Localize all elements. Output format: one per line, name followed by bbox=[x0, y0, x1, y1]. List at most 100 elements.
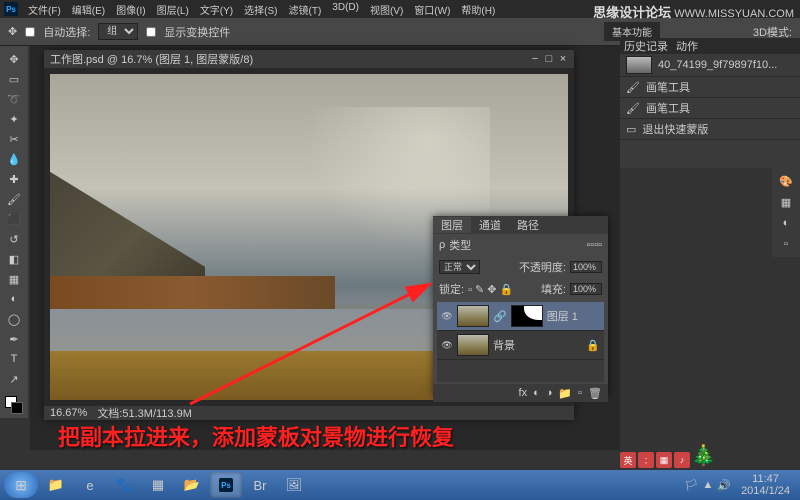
menu-help[interactable]: 帮助(H) bbox=[457, 0, 499, 19]
bridge-icon[interactable]: Br bbox=[244, 472, 276, 498]
tab-channels[interactable]: 通道 bbox=[471, 217, 509, 233]
annotation-text: 把副本拉进来，添加蒙板对景物进行恢复 bbox=[58, 420, 454, 452]
menu-file[interactable]: 文件(F) bbox=[24, 0, 65, 19]
start-button[interactable]: ⊞ bbox=[4, 472, 38, 498]
gradient-tool-icon[interactable]: ▦ bbox=[4, 270, 24, 288]
new-layer-icon[interactable]: ▫ bbox=[578, 387, 582, 399]
eraser-tool-icon[interactable]: ◧ bbox=[4, 250, 24, 268]
layer-row[interactable]: 👁 背景 🔒 bbox=[437, 331, 604, 360]
lasso-tool-icon[interactable]: ➰ bbox=[4, 90, 24, 108]
menu-window[interactable]: 窗口(W) bbox=[410, 0, 454, 19]
ie-icon[interactable]: e bbox=[74, 472, 106, 498]
tab-history[interactable]: 历史记录 bbox=[624, 38, 668, 54]
marquee-tool-icon[interactable]: ▭ bbox=[4, 70, 24, 88]
menu-filter[interactable]: 滤镜(T) bbox=[285, 0, 326, 19]
photoshop-task-icon[interactable]: Ps bbox=[210, 472, 242, 498]
menu-bar: 文件(F) 编辑(E) 图像(I) 图层(L) 文字(Y) 选择(S) 滤镜(T… bbox=[24, 0, 499, 19]
adjust-panel-icon[interactable]: ◐ bbox=[775, 214, 797, 232]
folder-icon[interactable]: 📁 bbox=[558, 387, 572, 400]
watermark: 思缘设计论坛 WWW.MISSYUAN.COM bbox=[593, 2, 794, 21]
history-snapshot[interactable]: 40_74199_9f79897f10... bbox=[620, 54, 800, 77]
ime-tray[interactable]: 英;▦♪ bbox=[620, 452, 690, 468]
mask-icon[interactable]: ◐ bbox=[533, 387, 540, 399]
toolbox: ✥ ▭ ➰ ✦ ✂ 💧 ✚ 🖌 ⬛ ↺ ◧ ▦ ◐ ◯ ✒ T ↗ bbox=[0, 46, 28, 418]
link-icon[interactable]: 🔗 bbox=[493, 310, 507, 323]
layer-filter-label: 类型 bbox=[449, 237, 471, 253]
auto-select-label: 自动选择: bbox=[43, 24, 90, 40]
document-titlebar[interactable]: 工作图.psd @ 16.7% (图层 1, 图层蒙版/8) − □ × bbox=[44, 50, 574, 68]
dodge-tool-icon[interactable]: ◯ bbox=[4, 310, 24, 328]
visibility-icon[interactable]: 👁 bbox=[441, 340, 453, 351]
move-tool-icon[interactable]: ✥ bbox=[4, 50, 24, 68]
zoom-level[interactable]: 16.67% bbox=[50, 407, 87, 419]
tray-speaker-icon[interactable]: 🔊 bbox=[717, 479, 731, 492]
adjust-icon[interactable]: ◑ bbox=[546, 387, 553, 399]
crop-tool-icon[interactable]: ✂ bbox=[4, 130, 24, 148]
app-icon: Ps bbox=[4, 2, 18, 16]
swatches-panel-icon[interactable]: ▦ bbox=[775, 193, 797, 211]
lock-label: 锁定: bbox=[439, 281, 464, 297]
stamp-tool-icon[interactable]: ⬛ bbox=[4, 210, 24, 228]
menu-image[interactable]: 图像(I) bbox=[112, 0, 149, 19]
path-tool-icon[interactable]: ↗ bbox=[4, 370, 24, 388]
lock-icon: 🔒 bbox=[586, 339, 600, 352]
opacity-input[interactable] bbox=[570, 261, 602, 273]
show-transform-label: 显示变换控件 bbox=[164, 24, 230, 40]
blend-mode-select[interactable]: 正常 bbox=[439, 260, 480, 274]
menu-3d[interactable]: 3D(D) bbox=[328, 0, 363, 19]
menu-layer[interactable]: 图层(L) bbox=[153, 0, 193, 19]
menu-type[interactable]: 文字(Y) bbox=[196, 0, 237, 19]
tab-layers[interactable]: 图层 bbox=[433, 217, 471, 233]
layer-row[interactable]: 👁 🔗 图层 1 bbox=[437, 302, 604, 331]
explorer-icon[interactable]: 📁 bbox=[40, 472, 72, 498]
fx-icon[interactable]: fx bbox=[519, 387, 528, 399]
blur-tool-icon[interactable]: ◐ bbox=[4, 290, 24, 308]
opacity-label: 不透明度: bbox=[519, 259, 566, 275]
text-tool-icon[interactable]: T bbox=[4, 350, 24, 368]
pen-tool-icon[interactable]: ✒ bbox=[4, 330, 24, 348]
brush-tool-icon[interactable]: 🖌 bbox=[4, 190, 24, 208]
layer-name[interactable]: 图层 1 bbox=[547, 308, 578, 324]
layers-panel: 图层 通道 路径 ρ类型 ▫▫▫▫ 正常 不透明度: 锁定: ▫ ✎ ✥ 🔒 填… bbox=[433, 216, 608, 396]
close-icon[interactable]: × bbox=[558, 53, 568, 65]
minimize-icon[interactable]: − bbox=[530, 53, 540, 65]
tray-flag-icon[interactable]: 🏳 bbox=[685, 479, 699, 492]
folder-icon[interactable]: 📂 bbox=[176, 472, 208, 498]
auto-select-target[interactable]: 组 bbox=[98, 23, 138, 40]
layer-thumbnail[interactable] bbox=[457, 305, 489, 327]
tab-actions[interactable]: 动作 bbox=[676, 38, 698, 54]
clock[interactable]: 11:472014/1/24 bbox=[735, 473, 796, 497]
collapsed-panels: 🎨 ▦ ◐ ▫ bbox=[772, 168, 800, 257]
tab-paths[interactable]: 路径 bbox=[509, 217, 547, 233]
color-panel-icon[interactable]: 🎨 bbox=[775, 172, 797, 190]
move-tool-icon[interactable]: ✥ bbox=[8, 25, 17, 38]
app-icon[interactable]: ▦ bbox=[142, 472, 174, 498]
tree-decoration: 🎄 bbox=[691, 443, 716, 468]
show-transform-checkbox[interactable] bbox=[146, 27, 156, 37]
mask-thumbnail[interactable] bbox=[511, 305, 543, 327]
history-brush-icon[interactable]: ↺ bbox=[4, 230, 24, 248]
maximize-icon[interactable]: □ bbox=[544, 53, 554, 65]
history-step[interactable]: 🖌画笔工具 bbox=[620, 98, 800, 119]
auto-select-checkbox[interactable] bbox=[25, 27, 35, 37]
fill-input[interactable] bbox=[570, 283, 602, 295]
visibility-icon[interactable]: 👁 bbox=[441, 311, 453, 322]
history-panel: 历史记录 动作 40_74199_9f79897f10... 🖌画笔工具 🖌画笔… bbox=[620, 38, 800, 168]
baidu-icon[interactable]: 🐾 bbox=[108, 472, 140, 498]
image-icon[interactable]: 🖼 bbox=[278, 472, 310, 498]
history-step[interactable]: ▭退出快速蒙版 bbox=[620, 119, 800, 140]
menu-select[interactable]: 选择(S) bbox=[240, 0, 281, 19]
history-step[interactable]: 🖌画笔工具 bbox=[620, 77, 800, 98]
wand-tool-icon[interactable]: ✦ bbox=[4, 110, 24, 128]
eyedropper-tool-icon[interactable]: 💧 bbox=[4, 150, 24, 168]
trash-icon[interactable]: 🗑 bbox=[588, 387, 602, 400]
color-swatch[interactable] bbox=[5, 396, 23, 414]
taskbar: ⊞ 📁 e 🐾 ▦ 📂 Ps Br 🖼 🏳 ▲ 🔊 11:472014/1/24 bbox=[0, 470, 800, 500]
styles-panel-icon[interactable]: ▫ bbox=[775, 235, 797, 253]
menu-edit[interactable]: 编辑(E) bbox=[68, 0, 109, 19]
layer-name[interactable]: 背景 bbox=[493, 337, 515, 353]
tray-chevron-icon[interactable]: ▲ bbox=[702, 479, 713, 491]
layer-thumbnail[interactable] bbox=[457, 334, 489, 356]
menu-view[interactable]: 视图(V) bbox=[366, 0, 407, 19]
heal-tool-icon[interactable]: ✚ bbox=[4, 170, 24, 188]
